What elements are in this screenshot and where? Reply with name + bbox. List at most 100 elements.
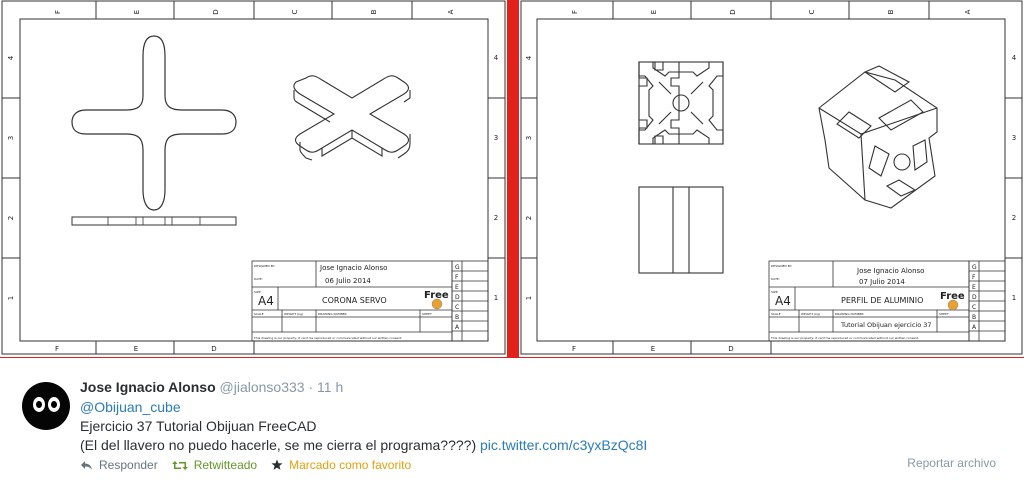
svg-text:F: F xyxy=(455,274,459,281)
svg-text:B: B xyxy=(455,314,459,321)
designer-value: Jose Ignacio Alonso xyxy=(319,264,387,272)
author-handle[interactable]: @jialonso333 xyxy=(220,379,305,395)
col-label: B xyxy=(887,9,895,14)
freecad-logo-mark xyxy=(431,298,443,310)
profile-side-view xyxy=(638,186,724,274)
drawing-corona-servo[interactable]: F E D C B A F E D 4 3 2 1 4 3 2 1 DESIGN… xyxy=(0,0,507,357)
row-label: 3 xyxy=(494,134,498,142)
tweet-text: @Obijuan_cube Ejercicio 37 Tutorial Obij… xyxy=(80,398,647,455)
svg-text:DATE:: DATE: xyxy=(254,277,263,281)
svg-text:DRAWING NUMBER: DRAWING NUMBER xyxy=(318,312,347,316)
profile-isometric xyxy=(818,65,938,209)
svg-text:E: E xyxy=(972,284,976,291)
size-value: A4 xyxy=(258,294,274,308)
profile-cross-section xyxy=(638,61,724,145)
favorite-button[interactable]: Marcado como favorito xyxy=(271,458,411,472)
col-label: F xyxy=(571,10,579,14)
tweet-line: (El del llavero no puedo hacerle, se me … xyxy=(80,437,477,453)
svg-text:WEIGHT (kg): WEIGHT (kg) xyxy=(801,312,820,316)
col-label: E xyxy=(650,10,658,14)
row-label: 4 xyxy=(7,55,15,60)
tweet-media[interactable]: F E D C B A F E D 4 3 2 1 4 3 2 1 DESIGN… xyxy=(0,0,1024,358)
svg-text:E: E xyxy=(455,284,459,291)
svg-text:DESIGNED BY:: DESIGNED BY: xyxy=(254,264,275,268)
col-label: A xyxy=(964,9,972,14)
svg-text:DESIGNED BY:: DESIGNED BY: xyxy=(771,264,792,268)
row-label: 1 xyxy=(525,296,533,300)
svg-text:D: D xyxy=(972,294,977,301)
svg-text:DRAWING NUMBER: DRAWING NUMBER xyxy=(835,312,864,316)
separator: · xyxy=(308,379,314,395)
servo-star-isometric xyxy=(293,75,411,161)
size-value: A4 xyxy=(775,294,791,308)
row-label: 1 xyxy=(1012,294,1016,302)
freecad-logo-mark xyxy=(947,299,959,311)
svg-text:A: A xyxy=(455,324,460,331)
reply-button[interactable]: Responder xyxy=(80,458,158,472)
tweet-actions: Responder Retwitteado Marcado como favor… xyxy=(80,458,425,472)
svg-text:SCALE: SCALE xyxy=(254,312,264,316)
drawing-perfil-aluminio[interactable]: F E D C B A F E D 4 3 2 1 4 3 2 1 DESIGN… xyxy=(519,0,1024,357)
svg-text:DATE:: DATE: xyxy=(771,277,780,281)
author-name[interactable]: Jose Ignacio Alonso xyxy=(80,379,216,395)
reply-label: Responder xyxy=(99,458,158,472)
col-label: D xyxy=(211,345,216,353)
row-label: 1 xyxy=(7,296,15,300)
col-label: E xyxy=(134,345,138,353)
retweet-button[interactable]: Retwitteado xyxy=(171,458,258,472)
row-label: 1 xyxy=(494,294,498,302)
col-label: E xyxy=(651,345,655,353)
col-label: E xyxy=(133,10,141,14)
drawing-sheet-left: F E D C B A F E D 4 3 2 1 4 3 2 1 DESIGN… xyxy=(1,0,506,355)
tweet[interactable]: Jose Ignacio Alonso @jialonso333 · 11 h … xyxy=(0,358,1024,496)
svg-text:B: B xyxy=(972,314,976,321)
tweet-header: Jose Ignacio Alonso @jialonso333 · 11 h xyxy=(80,379,343,395)
reply-icon xyxy=(81,460,92,470)
favorite-label: Marcado como favorito xyxy=(289,458,412,472)
row-label: 2 xyxy=(494,214,498,222)
timestamp[interactable]: 11 h xyxy=(317,379,343,395)
title-value: PERFIL DE ALUMINIO xyxy=(841,296,923,305)
title-value: CORONA SERVO xyxy=(322,296,387,305)
row-label: 4 xyxy=(494,54,499,62)
row-label: 2 xyxy=(1012,214,1016,222)
date-value: 07 Julio 2014 xyxy=(859,278,905,286)
media-link[interactable]: pic.twitter.com/c3yxBzQc8I xyxy=(480,437,647,453)
svg-text:G: G xyxy=(972,264,977,271)
svg-text:SHEET: SHEET xyxy=(939,312,949,316)
svg-text:This drawing is our property;: This drawing is our property; it can't b… xyxy=(770,336,919,340)
svg-text:C: C xyxy=(972,304,976,311)
col-label: F xyxy=(54,10,62,14)
col-label: A xyxy=(447,9,455,14)
mention-link[interactable]: @Obijuan_cube xyxy=(80,399,181,415)
row-label: 3 xyxy=(7,136,15,140)
col-label: C xyxy=(808,9,816,14)
avatar-left-eye xyxy=(33,397,45,412)
servo-star-side-view xyxy=(71,216,237,226)
svg-text:SHEET: SHEET xyxy=(422,312,432,316)
report-media-link[interactable]: Reportar archivo xyxy=(907,456,996,470)
retweet-label: Retwitteado xyxy=(193,458,258,472)
row-label: 4 xyxy=(525,55,533,60)
svg-text:WEIGHT (kg): WEIGHT (kg) xyxy=(284,312,303,316)
star-icon xyxy=(271,459,283,470)
avatar[interactable] xyxy=(22,382,70,430)
row-label: 3 xyxy=(525,136,533,140)
col-label: D xyxy=(212,9,220,14)
col-label: C xyxy=(291,9,299,14)
col-label: F xyxy=(55,345,59,353)
col-label: D xyxy=(729,9,737,14)
row-label: 2 xyxy=(7,216,15,220)
row-label: 2 xyxy=(525,216,533,220)
designer-value: Jose Ignacio Alonso xyxy=(856,267,924,275)
row-label: 4 xyxy=(1012,54,1017,62)
col-label: F xyxy=(572,345,576,353)
svg-text:G: G xyxy=(455,264,460,271)
svg-text:D: D xyxy=(455,294,460,301)
retweet-icon xyxy=(171,460,188,470)
svg-text:SCALE: SCALE xyxy=(771,312,781,316)
date-value: 06 Julio 2014 xyxy=(325,277,371,285)
drawing-sheet-right: F E D C B A F E D 4 3 2 1 4 3 2 1 DESIGN… xyxy=(520,0,1023,355)
servo-star-top-view xyxy=(71,35,237,211)
tweet-line: Ejercicio 37 Tutorial Obijuan FreeCAD xyxy=(80,418,317,434)
